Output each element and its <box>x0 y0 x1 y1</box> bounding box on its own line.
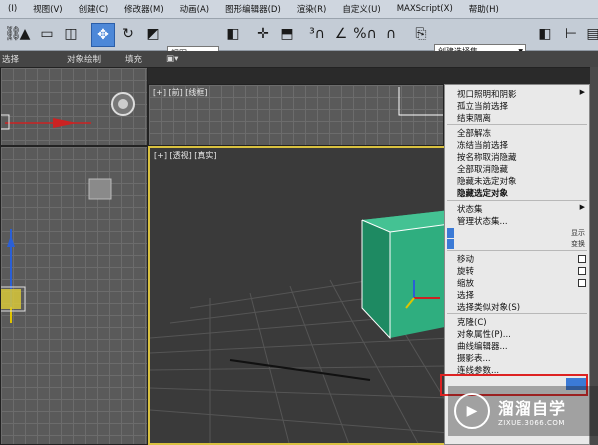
menu-item-rendering[interactable]: 渲染(R) <box>289 3 335 15</box>
select-and-move-icon[interactable]: ✥ <box>91 23 115 47</box>
menu-item-clone[interactable]: 克隆(C) <box>457 316 487 328</box>
pivot-icon[interactable]: ◧ <box>222 23 244 45</box>
perspective-scene <box>150 210 446 443</box>
settings-box-icon[interactable] <box>578 267 586 275</box>
quad-label-transform: 变换 <box>571 240 585 248</box>
settings-box-icon[interactable] <box>578 279 586 287</box>
ribbon-tab-populate[interactable]: 填充 <box>113 53 154 65</box>
menu-separator <box>447 313 587 314</box>
menu-item-freeze-selection[interactable]: 冻结当前选择 <box>457 139 508 151</box>
watermark: ▶ 溜溜自学 ZIXUE.3066.COM <box>448 386 598 436</box>
ribbon-tab-object-paint[interactable]: 对象绘制 <box>31 53 113 65</box>
ribbon-camera-icon[interactable]: ▣▾ <box>154 54 190 64</box>
viewport-left-content <box>1 178 112 323</box>
select-and-scale-icon[interactable]: ◩ <box>142 23 164 45</box>
window-crossing-icon[interactable]: ◫ <box>60 23 82 45</box>
menu-item-hide-unselected[interactable]: 隐藏未选定对象 <box>457 175 517 187</box>
menu-item-customize[interactable]: 自定义(U) <box>334 3 388 15</box>
menu-item-select[interactable]: 选择 <box>457 289 474 301</box>
menu-item-hide-selection[interactable]: 隐藏选定对象 <box>457 187 508 199</box>
watermark-url: ZIXUE.3066.COM <box>498 419 565 427</box>
menu-item-scale[interactable]: 缩放 <box>457 277 474 289</box>
menu-item-maxscript[interactable]: MAXScript(X) <box>389 4 461 14</box>
submenu-arrow-icon: ▶ <box>579 88 585 96</box>
menu-item-graph-editors[interactable]: 图形编辑器(D) <box>217 3 289 15</box>
viewport-perspective[interactable]: [+] [透视] [真实] <box>148 146 448 445</box>
percent-snap-icon[interactable]: %∩ <box>353 23 377 45</box>
submenu-arrow-icon: ▶ <box>579 203 585 211</box>
menu-item-state-sets[interactable]: 状态集 <box>457 203 483 215</box>
menu-item-isolate-selection[interactable]: 孤立当前选择 <box>457 100 508 112</box>
menu-item-rotate[interactable]: 旋转 <box>457 265 474 277</box>
menu-item-animation[interactable]: 动画(A) <box>172 3 217 15</box>
manipulate-icon[interactable]: ✛ <box>252 23 274 45</box>
menu-separator <box>447 250 587 251</box>
menu-item-curve-editor[interactable]: 曲线编辑器... <box>457 340 508 352</box>
ribbon-bar: 选择 对象绘制 填充 ▣▾ <box>0 51 598 68</box>
mirror-icon[interactable]: ◧ <box>534 23 556 45</box>
menu-item-manage-state-sets[interactable]: 管理状态集... <box>457 215 508 227</box>
menu-separator <box>447 124 587 125</box>
spinner-snap-icon[interactable]: ∩ <box>380 23 402 45</box>
keyboard-shortcut-icon[interactable]: ⬒ <box>276 23 298 45</box>
quad-marker-icon <box>447 228 454 238</box>
menu-item-views[interactable]: 视图(V) <box>25 3 70 15</box>
viewport-top-left[interactable] <box>0 67 148 146</box>
quad-label-display: 显示 <box>571 229 585 237</box>
watermark-brand: 溜溜自学 <box>498 399 567 418</box>
menu-item-viewport-lighting[interactable]: 视口照明和阴影 <box>457 88 517 100</box>
menu-item-select-similar[interactable]: 选择类似对象(S) <box>457 301 520 313</box>
angle-snap-icon[interactable]: ∠ <box>330 23 352 45</box>
layer-icon[interactable]: ▤ <box>582 23 598 45</box>
menu-item-help[interactable]: 帮助(H) <box>461 3 507 15</box>
select-and-rotate-icon[interactable]: ↻ <box>117 23 139 45</box>
play-logo-icon: ▶ <box>454 393 490 429</box>
menu-bar: (I) 视图(V) 创建(C) 修改器(M) 动画(A) 图形编辑器(D) 渲染… <box>0 0 598 19</box>
menu-item-unhide-all[interactable]: 全部取消隐藏 <box>457 163 508 175</box>
menu-item-object-properties[interactable]: 对象属性(P)... <box>457 328 511 340</box>
menu-item-modifiers[interactable]: 修改器(M) <box>116 3 171 15</box>
menu-item-end-isolate[interactable]: 结束隔离 <box>457 112 491 124</box>
select-object-icon[interactable]: ▲ <box>14 23 36 45</box>
snaps-toggle-icon[interactable]: ³∩ <box>306 23 328 45</box>
green-box <box>361 210 446 340</box>
ribbon-tab-selection[interactable]: 选择 <box>0 53 31 65</box>
edit-named-selection-icon[interactable]: ⎘ <box>410 23 432 45</box>
viewport-left[interactable] <box>0 146 148 445</box>
menu-item-unfreeze-all[interactable]: 全部解冻 <box>457 127 491 139</box>
viewport-front[interactable]: [+] [前] [线框] <box>148 84 444 146</box>
menu-item-unhide-by-name[interactable]: 按名称取消隐藏 <box>457 151 517 163</box>
quad-marker-icon <box>447 239 454 249</box>
viewport-top-left-content <box>1 92 135 130</box>
menu-separator <box>447 200 587 201</box>
menu-item-create[interactable]: 创建(C) <box>71 3 117 15</box>
settings-box-icon[interactable] <box>578 255 586 263</box>
menu-item-move[interactable]: 移动 <box>457 253 474 265</box>
main-toolbar: ⛓ ▲ ▭ ◫ ✥ ↻ ◩ 视图 ◧ ✛ ⬒ ³∩ ∠ %∩ ∩ ⎘ 创建选择集… <box>0 19 598 61</box>
menu-item-edit[interactable]: (I) <box>0 4 25 14</box>
rectangular-selection-icon[interactable]: ▭ <box>36 23 58 45</box>
align-icon[interactable]: ⊢ <box>560 23 582 45</box>
viewport-front-content <box>398 87 443 116</box>
menu-item-dope-sheet[interactable]: 摄影表... <box>457 352 491 364</box>
